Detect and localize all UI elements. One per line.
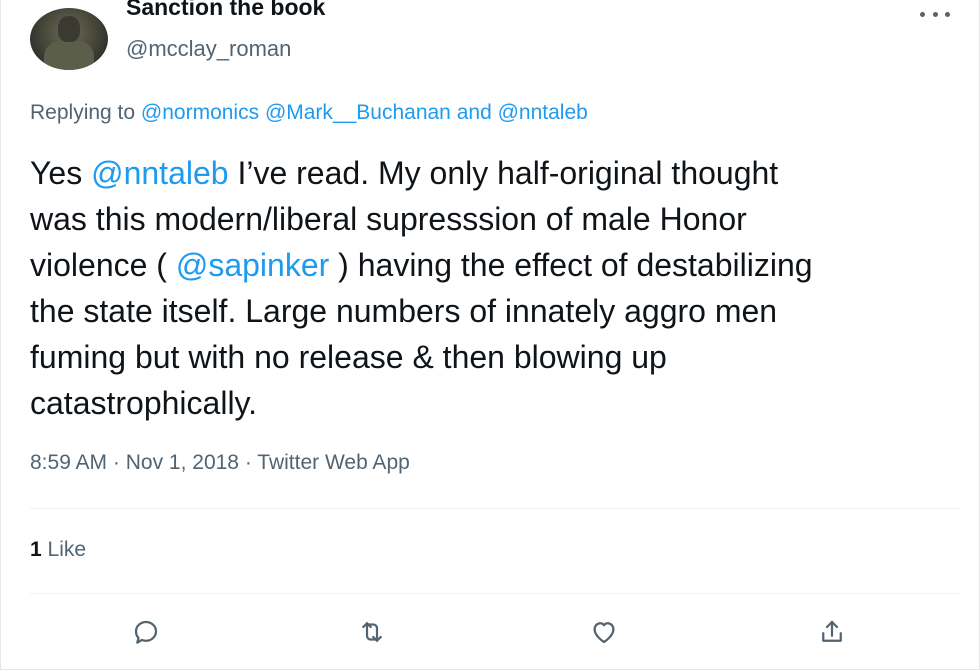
- replying-to-line: Replying to @normonics @Mark__Buchanan a…: [30, 101, 588, 125]
- avatar[interactable]: [30, 8, 108, 70]
- like-button[interactable]: [584, 612, 624, 652]
- tweet-text-segment: violence (: [30, 247, 176, 283]
- author-display-name[interactable]: Sanction the book: [126, 0, 325, 21]
- tweet-date[interactable]: Nov 1, 2018: [126, 451, 239, 474]
- tweet-meta: 8:59 AM · Nov 1, 2018 · Twitter Web App: [30, 451, 410, 475]
- meta-separator: ·: [107, 451, 126, 474]
- retweet-button[interactable]: [352, 612, 392, 652]
- replying-conjunction[interactable]: and: [457, 101, 492, 124]
- tweet-text-segment: was this modern/liberal supresssion of m…: [30, 201, 747, 237]
- mention-link[interactable]: @Mark__Buchanan: [265, 101, 451, 124]
- more-dot: [932, 11, 938, 17]
- likes-count: 1: [30, 538, 42, 561]
- tweet-line: was this modern/liberal supresssion of m…: [30, 196, 960, 242]
- more-options-icon[interactable]: [920, 4, 950, 24]
- reply-icon: [134, 620, 158, 644]
- retweet-icon: [362, 622, 382, 642]
- divider: [30, 508, 960, 509]
- author-handle[interactable]: @mcclay_roman: [126, 36, 291, 62]
- heart-icon: [593, 622, 615, 644]
- mention-link[interactable]: @nntaleb: [498, 101, 588, 124]
- mention-link[interactable]: @nntaleb: [91, 155, 228, 191]
- reply-button[interactable]: [126, 612, 166, 652]
- tweet-text-segment: fuming but with no release & then blowin…: [30, 339, 667, 375]
- likes-label: Like: [47, 538, 87, 561]
- more-dot: [945, 11, 950, 17]
- replying-prefix: Replying to: [30, 101, 136, 124]
- mention-link[interactable]: @normonics: [141, 101, 259, 124]
- tweet-time[interactable]: 8:59 AM: [30, 451, 107, 474]
- tweet-text-segment: ) having the effect of destabilizing: [329, 247, 813, 283]
- tweet-line: Yes @nntaleb I’ve read. My only half-ori…: [30, 150, 960, 196]
- tweet-line: violence ( @sapinker ) having the effect…: [30, 242, 960, 288]
- avatar-face-shape: [58, 16, 80, 42]
- likes-stat[interactable]: 1 Like: [30, 538, 86, 562]
- tweet-text: Yes @nntaleb I’ve read. My only half-ori…: [30, 150, 960, 426]
- tweet-text-segment: catastrophically.: [30, 385, 258, 421]
- tweet-line: catastrophically.: [30, 380, 960, 426]
- mention-link[interactable]: @sapinker: [176, 247, 329, 283]
- avatar-body-shape: [44, 40, 94, 70]
- tweet-text-segment: I’ve read. My only half-original thought: [228, 155, 779, 191]
- tweet-text-segment: Yes: [30, 155, 92, 191]
- tweet-text-segment: the state itself. Large numbers of innat…: [30, 293, 778, 329]
- action-bar: [0, 612, 980, 652]
- tweet-line: the state itself. Large numbers of innat…: [30, 288, 960, 334]
- tweet-source[interactable]: Twitter Web App: [257, 451, 410, 474]
- share-button[interactable]: [812, 612, 852, 652]
- divider: [30, 593, 960, 594]
- more-dot: [920, 11, 925, 17]
- meta-separator: ·: [238, 451, 258, 474]
- share-icon: [822, 620, 842, 642]
- tweet-line: fuming but with no release & then blowin…: [30, 334, 960, 380]
